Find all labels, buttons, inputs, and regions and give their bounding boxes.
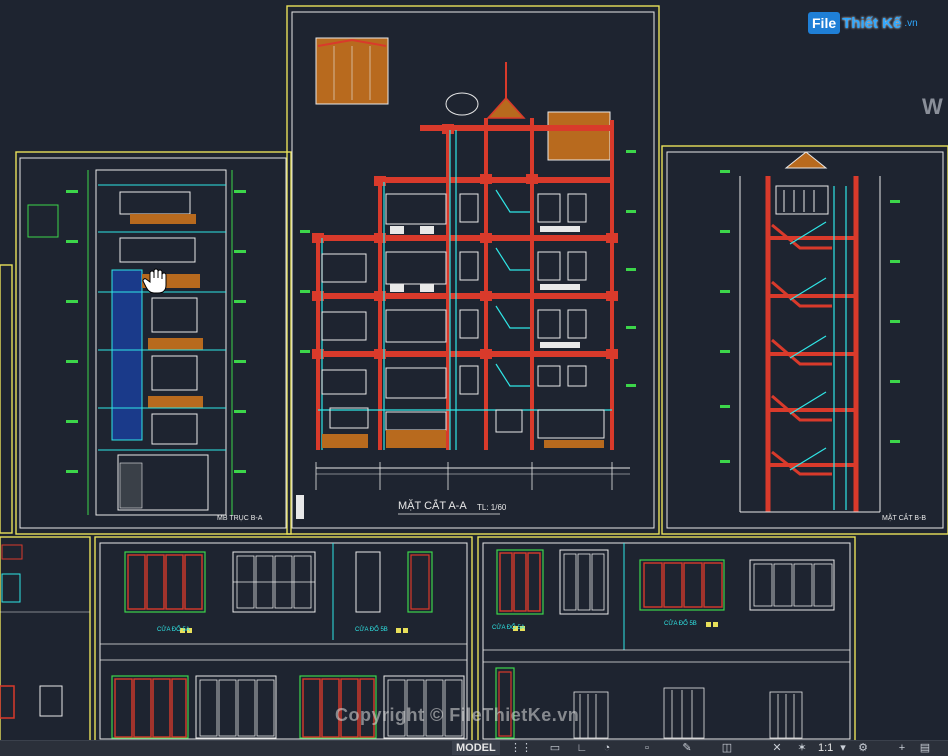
- model-tab[interactable]: MODEL: [452, 741, 500, 755]
- section-b-title: MẶT CẮT B-B: [882, 515, 927, 522]
- brand-logo: File Thiết Kế .vn: [808, 12, 918, 34]
- snap-icon[interactable]: ▭: [548, 742, 562, 754]
- edge-letter: W: [922, 94, 943, 119]
- center-section: [296, 37, 636, 519]
- chevron-down-icon[interactable]: ▾: [836, 742, 850, 754]
- brand-logo-name: Thiết Kế: [842, 14, 902, 32]
- polar-icon[interactable]: ◔: [600, 742, 614, 754]
- section-a-scale: TL: 1/60: [477, 503, 507, 512]
- orthogonal-icon[interactable]: ∟: [575, 742, 589, 754]
- annotation-icon[interactable]: ✎: [680, 742, 694, 754]
- brand-logo-mark: File: [808, 12, 841, 34]
- plus-icon[interactable]: +: [895, 742, 909, 754]
- left-elevation: [27, 169, 246, 516]
- door-label-3: CỬA ĐỔ 5A: [492, 625, 525, 631]
- dimension-icon[interactable]: ◫: [720, 742, 734, 754]
- section-a-title: MẶT CẮT A-A: [398, 500, 467, 512]
- door-label-2: CỬA ĐỔ 5B: [355, 627, 388, 633]
- brand-logo-domain: .vn: [904, 17, 918, 29]
- annotation-scale[interactable]: 1:1: [818, 741, 833, 755]
- grid-icon[interactable]: ⋮⋮: [510, 742, 532, 754]
- drawing-canvas[interactable]: [0, 0, 948, 740]
- left-elevation-title: MB TRỤC B-A: [217, 515, 263, 522]
- scale-icon[interactable]: ✕: [770, 742, 784, 754]
- gear-icon[interactable]: ⚙: [856, 742, 870, 754]
- door-label-4: CỬA ĐỔ 5B: [664, 621, 697, 627]
- copyright-watermark: Copyright © FileThietKe.vn: [335, 705, 580, 725]
- hand-cursor-icon: [142, 268, 167, 294]
- visibility-icon[interactable]: ✶: [795, 742, 809, 754]
- osnap-icon[interactable]: ▫: [640, 742, 654, 754]
- door-label-1: CỬA ĐỔ 5A: [157, 627, 190, 633]
- right-section: [720, 151, 900, 513]
- workspace-icon[interactable]: ▤: [918, 742, 932, 754]
- bottom-left-partial: [0, 544, 90, 719]
